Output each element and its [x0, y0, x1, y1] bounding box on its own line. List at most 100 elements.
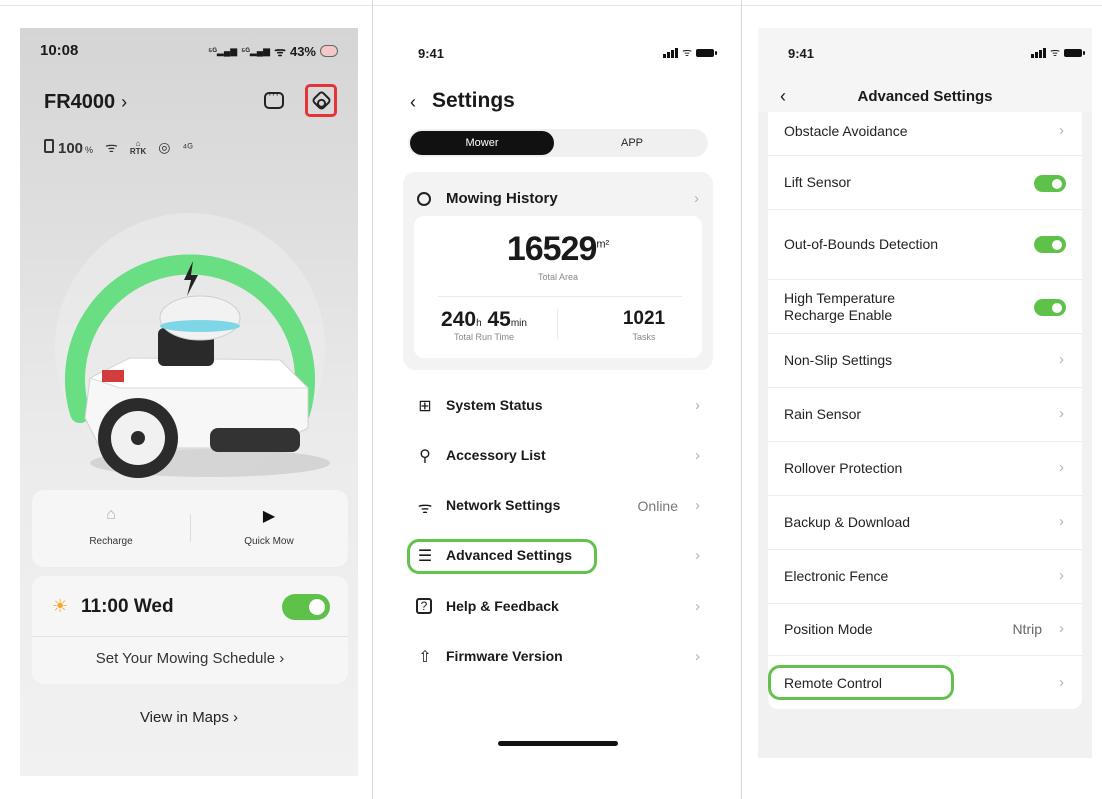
total-area-value: 16529m² [506, 230, 610, 268]
quick-mow-label: Quick Mow [244, 536, 294, 547]
menu-label: Accessory List [446, 447, 546, 463]
total-run-time-label: Total Run Time [453, 332, 515, 342]
setting-label: Electronic Fence [784, 568, 889, 584]
menu-label: Network Settings [446, 497, 561, 513]
play-icon: ▶ [262, 508, 276, 525]
chevron-right-icon: › [1059, 674, 1064, 691]
advanced-settings-list: Obstacle Avoidance › Lift Sensor Out-of-… [768, 112, 1082, 709]
status-time: 9:41 [418, 46, 445, 61]
setting-position-mode[interactable]: Position Mode Ntrip › [768, 604, 1082, 656]
setting-backup-download[interactable]: Backup & Download › [768, 496, 1082, 550]
menu-accessory-list[interactable]: ⚲ Accessory List › [394, 439, 724, 471]
menu-network-settings[interactable]: ᯤ Network Settings Online › [394, 489, 724, 521]
settings-button[interactable] [305, 84, 337, 117]
schedule-toggle[interactable] [282, 594, 330, 620]
high-temperature-toggle[interactable] [1034, 299, 1066, 316]
rtk-icon: ⌂ RTK [129, 138, 147, 156]
setting-rollover-protection[interactable]: Rollover Protection › [768, 442, 1082, 496]
set-schedule-label: Set Your Mowing Schedule [95, 650, 276, 667]
device-status-row: 100 % ᯤ ⌂ RTK ◎ ⁴ᴳ [44, 138, 193, 157]
recharge-button[interactable]: ⌂ Recharge [32, 506, 190, 547]
setting-high-temperature-recharge: High Temperature Recharge Enable [768, 280, 1082, 334]
battery-value: 100 [58, 139, 84, 157]
setting-non-slip[interactable]: Non-Slip Settings › [768, 334, 1082, 388]
setting-label: Rain Sensor [784, 406, 862, 422]
chevron-right-icon: › [1059, 567, 1064, 584]
chevron-right-icon: › [233, 709, 239, 726]
screenshot-root: 10:08 ⁵ᴳ▂▄▆ ⁵ᴳ▂▄▆ ᯤ 43% FR4000 › 100 % ᯤ [0, 0, 1102, 799]
menu-label: System Status [446, 397, 543, 413]
device-selector[interactable]: FR4000 › [44, 91, 127, 114]
chevron-right-icon: › [121, 92, 128, 112]
chevron-right-icon: › [1059, 405, 1064, 422]
battery-icon [44, 138, 54, 153]
schedule-card: ☀ 11:00 Wed Set Your Mowing Schedule › [32, 576, 348, 684]
position-mode-value: Ntrip [1012, 621, 1042, 637]
home-indicator [498, 741, 618, 746]
top-border [0, 5, 1102, 6]
battery-percent: 43% [289, 43, 316, 59]
recharge-label: Recharge [89, 536, 133, 547]
tab-app[interactable]: APP [558, 131, 706, 155]
chevron-right-icon: › [695, 447, 700, 464]
mowing-stats: 16529m² Total Area 240h 45min Total Run … [414, 216, 702, 358]
message-icon[interactable] [264, 89, 284, 109]
help-icon: ? [416, 598, 432, 614]
setting-obstacle-avoidance[interactable]: Obstacle Avoidance › [768, 112, 1082, 156]
chevron-right-icon: › [1059, 459, 1064, 476]
lift-sensor-toggle[interactable] [1034, 175, 1066, 192]
status-time: 10:08 [40, 42, 79, 59]
view-in-maps-label: View in Maps [139, 709, 229, 726]
mowing-history-card[interactable]: Mowing History › 16529m² Total Area 240h… [403, 172, 713, 370]
cellular-icon: ⁵ᴳ▂▄▆ [241, 45, 271, 56]
chevron-right-icon: › [695, 547, 700, 564]
out-of-bounds-toggle[interactable] [1034, 236, 1066, 253]
chevron-right-icon: › [1059, 620, 1064, 637]
setting-label: Non-Slip Settings [784, 352, 893, 368]
view-in-maps-link[interactable]: View in Maps › [20, 709, 358, 726]
setting-label: Obstacle Avoidance [784, 123, 908, 139]
quick-mow-button[interactable]: ▶ Quick Mow [190, 506, 348, 547]
settings-segmented-control: Mower APP [408, 129, 708, 157]
quick-actions-card: ⌂ Recharge ▶ Quick Mow [32, 490, 348, 567]
advanced-settings-screen: 9:41 ᯤ ‹ Advanced Settings Obstacle Avoi… [758, 28, 1092, 758]
setting-electronic-fence[interactable]: Electronic Fence › [768, 550, 1082, 604]
header: 9:41 ᯤ ‹ Advanced Settings [758, 28, 1092, 112]
device-battery: 100 % [44, 138, 93, 157]
chevron-right-icon: › [695, 397, 700, 414]
cellular-icon [662, 47, 678, 58]
tab-mower[interactable]: Mower [410, 131, 554, 155]
wifi-icon: ᯤ [681, 47, 692, 59]
cellular-icon: ⁵ᴳ▂▄▆ [208, 45, 238, 56]
back-icon[interactable]: ‹ [410, 92, 416, 113]
setting-out-of-bounds-detection: Out-of-Bounds Detection [768, 210, 1082, 280]
battery-icon [320, 45, 338, 57]
menu-firmware-version[interactable]: ⇧ Firmware Version › [394, 640, 724, 672]
mower-image [84, 295, 330, 478]
device-name: FR4000 [44, 91, 116, 113]
menu-system-status[interactable]: ⊞ System Status › [394, 389, 724, 421]
setting-label: High Temperature Recharge Enable [784, 290, 896, 323]
cellular-icon: ⁴ᴳ [182, 141, 193, 154]
chevron-right-icon: › [1059, 513, 1064, 530]
schedule-time: 11:00 Wed [81, 596, 174, 617]
network-status: Online [637, 498, 678, 514]
status-indicators: ⁵ᴳ▂▄▆ ⁵ᴳ▂▄▆ ᯤ 43% [208, 42, 338, 60]
status-indicators: ᯤ [1030, 45, 1085, 60]
total-run-time-value: 240h 45min [441, 308, 527, 331]
setting-rain-sensor[interactable]: Rain Sensor › [768, 388, 1082, 442]
sun-icon: ☀ [52, 596, 69, 616]
set-schedule-link[interactable]: Set Your Mowing Schedule › [32, 650, 348, 667]
battery-icon [696, 48, 717, 57]
wifi-icon: ᯤ [417, 500, 433, 517]
panel-divider [741, 0, 742, 799]
chevron-right-icon: › [1059, 351, 1064, 368]
setting-label: Position Mode [784, 621, 873, 637]
divider [557, 308, 558, 340]
wifi-icon: ᯤ [105, 139, 118, 155]
menu-help-feedback[interactable]: ? Help & Feedback › [394, 590, 724, 622]
page-title: Advanced Settings [857, 88, 993, 105]
recharge-icon: ⌂ [106, 506, 116, 523]
gear-icon [310, 89, 333, 112]
tasks-label: Tasks [632, 332, 656, 342]
